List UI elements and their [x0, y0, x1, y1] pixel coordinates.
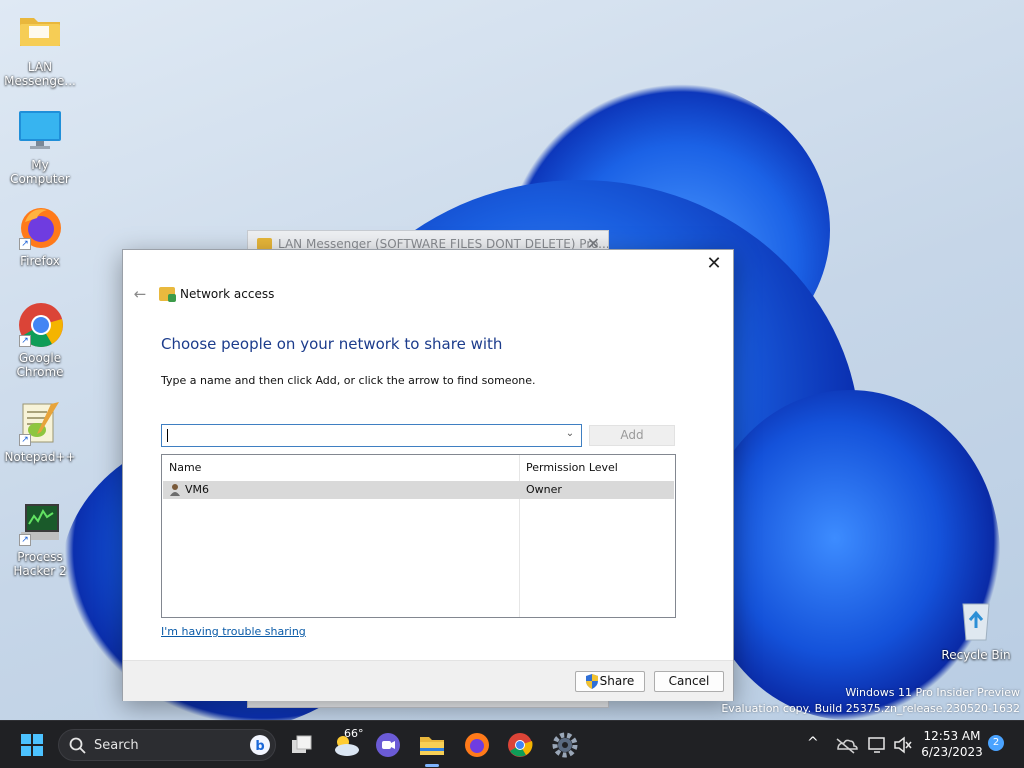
firefox-icon: ↗	[17, 204, 63, 250]
network-icon	[868, 737, 885, 753]
column-header-permission[interactable]: Permission Level	[526, 455, 618, 480]
watermark-line: Evaluation copy. Build 25375.zn_release.…	[721, 702, 1020, 715]
desktop-icon-notepad-plus-plus[interactable]: ↗ Notepad++	[1, 400, 79, 464]
speaker-muted-icon	[894, 736, 912, 754]
weather-widget[interactable]: 66°	[330, 727, 364, 761]
monitor-icon	[17, 108, 63, 154]
notepadpp-icon: ↗	[17, 400, 63, 446]
clock-date: 6/23/2023	[921, 745, 983, 759]
settings-taskbar-button[interactable]	[549, 729, 581, 761]
shortcut-arrow-icon: ↗	[19, 238, 31, 250]
list-item[interactable]: VM6 Owner	[163, 481, 674, 499]
gear-icon	[552, 732, 578, 758]
file-explorer-button[interactable]	[416, 729, 448, 761]
dialog-header-title: Network access	[180, 287, 275, 301]
start-button[interactable]	[16, 729, 48, 761]
windows-logo-icon	[21, 734, 43, 756]
cancel-button[interactable]: Cancel	[654, 671, 724, 692]
shortcut-arrow-icon: ↗	[19, 434, 31, 446]
close-button[interactable]: ✕	[703, 254, 725, 276]
column-divider	[519, 455, 520, 617]
folder-icon	[17, 10, 63, 56]
desktop-icon-my-computer[interactable]: My Computer	[1, 108, 79, 186]
network-access-dialog: ✕ ← Network access Choose people on your…	[122, 249, 734, 701]
desktop-icon-label: Recycle Bin	[941, 648, 1011, 662]
name-combobox[interactable]: ⌄	[161, 424, 582, 447]
back-button[interactable]: ←	[129, 285, 151, 303]
user-name: VM6	[185, 483, 210, 496]
desktop-icon-recycle-bin[interactable]: Recycle Bin	[937, 598, 1015, 662]
onedrive-status[interactable]	[832, 729, 858, 761]
name-input[interactable]	[162, 425, 557, 446]
chrome-taskbar-button[interactable]	[504, 729, 536, 761]
share-button-label: Share	[599, 674, 635, 688]
page-heading: Choose people on your network to share w…	[161, 335, 503, 353]
desktop-icon-firefox[interactable]: ↗ Firefox	[1, 204, 79, 268]
firefox-icon	[465, 733, 489, 757]
share-list[interactable]: Name Permission Level VM6 Owner	[161, 454, 676, 618]
cloud-offline-icon	[836, 738, 858, 754]
task-view-icon	[292, 735, 312, 753]
bing-icon[interactable]: b	[249, 734, 271, 756]
text-caret	[167, 429, 168, 442]
active-app-indicator	[425, 764, 439, 767]
shortcut-arrow-icon: ↗	[19, 534, 31, 546]
column-header-name[interactable]: Name	[169, 455, 201, 480]
chevron-up-icon: ^	[807, 735, 819, 751]
share-button[interactable]: Share	[575, 671, 645, 692]
svg-text:b: b	[255, 739, 264, 754]
network-share-icon	[159, 287, 176, 302]
chrome-icon: ↗	[17, 301, 63, 347]
chrome-icon	[508, 733, 533, 757]
desktop-icon-label: Firefox	[20, 254, 60, 268]
process-hacker-icon: ↗	[17, 500, 63, 546]
search-icon	[69, 737, 86, 754]
desktop-icon-label: Notepad++	[4, 450, 76, 464]
uac-shield-icon	[585, 674, 599, 689]
desktop-icon-label: Process Hacker 2	[13, 550, 67, 578]
desktop-icon-google-chrome[interactable]: ↗ Google Chrome	[1, 301, 79, 379]
network-status[interactable]	[866, 729, 890, 761]
trouble-sharing-link[interactable]: I'm having trouble sharing	[161, 625, 306, 638]
firefox-taskbar-button[interactable]	[461, 729, 493, 761]
taskbar-search[interactable]: Search b	[58, 729, 276, 761]
add-button[interactable]: Add	[589, 425, 675, 446]
clock[interactable]: 12:53 AM 6/23/2023	[920, 729, 984, 761]
wallpaper-bloom	[700, 390, 1000, 720]
teams-chat-button[interactable]	[372, 729, 404, 761]
taskbar: Search b 66° ^ 12:53 AM 6/23/2023	[0, 720, 1024, 768]
show-hidden-icons-button[interactable]: ^	[798, 729, 828, 761]
weather-temperature: 66°	[344, 727, 364, 740]
recycle-bin-icon	[953, 598, 999, 644]
watermark-line: Windows 11 Pro Insider Preview	[845, 686, 1020, 699]
search-label: Search	[94, 738, 139, 753]
close-icon: ✕	[706, 253, 722, 274]
permission-level[interactable]: Owner	[526, 483, 562, 496]
arrow-left-icon: ←	[133, 285, 147, 303]
desktop-icon-label: Google Chrome	[16, 351, 64, 379]
task-view-button[interactable]	[286, 729, 318, 761]
folder-icon	[420, 737, 444, 755]
user-icon	[169, 483, 181, 497]
shortcut-arrow-icon: ↗	[19, 335, 31, 347]
dialog-footer: Share Cancel	[123, 660, 733, 701]
desktop-icon-label: LAN Messenge...	[4, 60, 76, 88]
background-window-edge	[247, 700, 609, 708]
chat-camera-icon	[376, 733, 400, 757]
desktop-icon-label: My Computer	[10, 158, 70, 186]
chevron-down-icon[interactable]: ⌄	[563, 428, 577, 442]
desktop-icon-process-hacker[interactable]: ↗ Process Hacker 2	[1, 500, 79, 578]
instruction-text: Type a name and then click Add, or click…	[161, 374, 536, 387]
clock-time: 12:53 AM	[923, 729, 981, 743]
volume-status[interactable]	[892, 729, 914, 761]
desktop-icon-lan-messenger[interactable]: LAN Messenge...	[1, 10, 79, 88]
notification-badge[interactable]: 2	[988, 735, 1004, 751]
evaluation-watermark: Windows 11 Pro Insider Preview Evaluatio…	[721, 685, 1020, 717]
